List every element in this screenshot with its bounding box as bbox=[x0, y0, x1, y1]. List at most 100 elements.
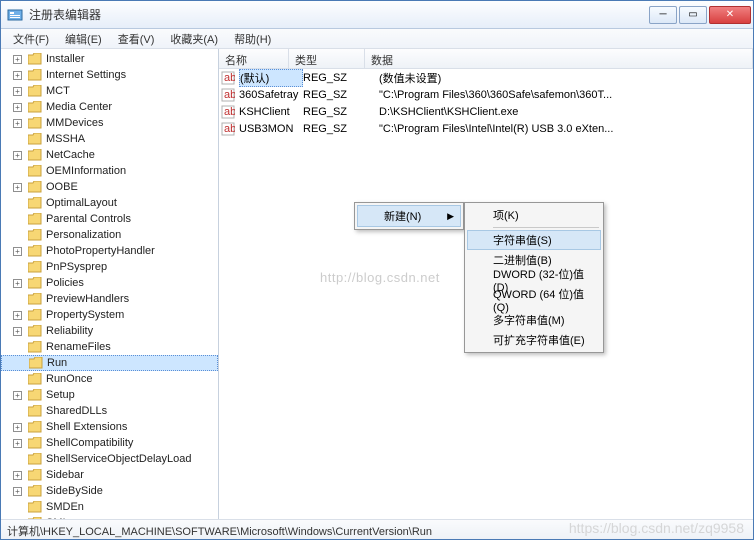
expand-toggle-icon[interactable]: + bbox=[13, 71, 22, 80]
statusbar: 计算机\HKEY_LOCAL_MACHINE\SOFTWARE\Microsof… bbox=[1, 519, 753, 539]
tree-item-sidebyside[interactable]: + SideBySide bbox=[1, 483, 218, 499]
registry-editor-window: 注册表编辑器 ─ ▭ ✕ 文件(F) 编辑(E) 查看(V) 收藏夹(A) 帮助… bbox=[0, 0, 754, 540]
context-item-new[interactable]: 新建(N) ▶ bbox=[357, 205, 461, 227]
menu-favorites[interactable]: 收藏夹(A) bbox=[162, 31, 226, 47]
tree-item-shell-extensions[interactable]: + Shell Extensions bbox=[1, 419, 218, 435]
menu-edit[interactable]: 编辑(E) bbox=[57, 31, 110, 47]
context-menu-new[interactable]: 新建(N) ▶ bbox=[354, 202, 464, 230]
expand-toggle-icon[interactable]: + bbox=[13, 391, 22, 400]
expand-toggle-icon[interactable]: + bbox=[13, 487, 22, 496]
context-item[interactable]: QWORD (64 位)值(Q) bbox=[467, 290, 601, 310]
value-data: D:\KSHClient\KSHClient.exe bbox=[379, 106, 753, 118]
tree-item-shellcompatibility[interactable]: +ShellCompatibility bbox=[1, 435, 218, 451]
tree-item-optimallayout[interactable]: OptimalLayout bbox=[1, 195, 218, 211]
expand-toggle-icon[interactable]: + bbox=[13, 151, 22, 160]
tree-item-label: MMDevices bbox=[46, 116, 103, 130]
tree-item-renamefiles[interactable]: RenameFiles bbox=[1, 339, 218, 355]
tree-item-oobe[interactable]: +OOBE bbox=[1, 179, 218, 195]
tree-item-label: SideBySide bbox=[46, 484, 103, 498]
expand-toggle-icon[interactable]: + bbox=[13, 119, 22, 128]
tree-item-label: OptimalLayout bbox=[46, 196, 117, 210]
expand-toggle-icon[interactable]: + bbox=[13, 327, 22, 336]
tree-item-mmdevices[interactable]: + MMDevices bbox=[1, 115, 218, 131]
tree-item-parental-controls[interactable]: Parental Controls bbox=[1, 211, 218, 227]
menu-file[interactable]: 文件(F) bbox=[5, 31, 57, 47]
tree-item-label: SharedDLLs bbox=[46, 404, 107, 418]
expand-toggle-icon[interactable]: + bbox=[13, 471, 22, 480]
value-row[interactable]: abKSHClientREG_SZD:\KSHClient\KSHClient.… bbox=[219, 103, 753, 120]
col-header-data[interactable]: 数据 bbox=[365, 49, 753, 68]
value-row[interactable]: ab360SafetrayREG_SZ"C:\Program Files\360… bbox=[219, 86, 753, 103]
folder-icon bbox=[28, 229, 42, 241]
tree-item-policies[interactable]: + Policies bbox=[1, 275, 218, 291]
titlebar[interactable]: 注册表编辑器 ─ ▭ ✕ bbox=[1, 1, 753, 29]
col-header-name[interactable]: 名称 bbox=[219, 49, 289, 68]
tree-item-label: Policies bbox=[46, 276, 84, 290]
tree-item-propertysystem[interactable]: +PropertySystem bbox=[1, 307, 218, 323]
tree-item-label: Parental Controls bbox=[46, 212, 131, 226]
tree-item-media-center[interactable]: +Media Center bbox=[1, 99, 218, 115]
tree-item-sidebar[interactable]: +Sidebar bbox=[1, 467, 218, 483]
expand-toggle-icon[interactable]: + bbox=[13, 183, 22, 192]
expand-toggle-icon[interactable]: + bbox=[13, 103, 22, 112]
tree-item-netcache[interactable]: +NetCache bbox=[1, 147, 218, 163]
tree-item-shellserviceobjectdelayload[interactable]: ShellServiceObjectDelayLoad bbox=[1, 451, 218, 467]
value-data: "C:\Program Files\Intel\Intel(R) USB 3.0… bbox=[379, 123, 753, 135]
folder-icon bbox=[28, 149, 42, 161]
context-item[interactable]: 字符串值(S) bbox=[467, 230, 601, 250]
tree-item-label: Shell Extensions bbox=[46, 420, 127, 434]
close-button[interactable]: ✕ bbox=[709, 6, 751, 24]
expand-toggle-icon[interactable]: + bbox=[13, 247, 22, 256]
context-item-new-label: 新建(N) bbox=[384, 208, 421, 224]
maximize-button[interactable]: ▭ bbox=[679, 6, 707, 24]
tree-item-shareddlls[interactable]: SharedDLLs bbox=[1, 403, 218, 419]
tree-item-internet-settings[interactable]: +Internet Settings bbox=[1, 67, 218, 83]
tree-item-label: ShellServiceObjectDelayLoad bbox=[46, 452, 192, 466]
expand-toggle-icon[interactable]: + bbox=[13, 439, 22, 448]
folder-icon bbox=[28, 165, 42, 177]
tree-item-smden[interactable]: SMDEn bbox=[1, 499, 218, 515]
tree-item-run[interactable]: Run bbox=[1, 355, 218, 371]
expand-toggle-icon[interactable]: + bbox=[13, 87, 22, 96]
tree-item-label: RenameFiles bbox=[46, 340, 111, 354]
menu-view[interactable]: 查看(V) bbox=[110, 31, 163, 47]
value-row[interactable]: abUSB3MONREG_SZ"C:\Program Files\Intel\I… bbox=[219, 120, 753, 137]
folder-icon bbox=[28, 261, 42, 273]
tree-item-label: Run bbox=[47, 356, 67, 370]
context-item[interactable]: 项(K) bbox=[467, 205, 601, 225]
tree-item-mssha[interactable]: MSSHA bbox=[1, 131, 218, 147]
tree-item-photopropertyhandler[interactable]: +PhotoPropertyHandler bbox=[1, 243, 218, 259]
tree-item-label: PnPSysprep bbox=[46, 260, 107, 274]
expand-toggle-icon[interactable]: + bbox=[13, 423, 22, 432]
folder-icon bbox=[28, 501, 42, 513]
tree-item-label: PreviewHandlers bbox=[46, 292, 129, 306]
tree-item-label: MSSHA bbox=[46, 132, 85, 146]
tree-item-label: Reliability bbox=[46, 324, 93, 338]
folder-icon bbox=[28, 293, 42, 305]
tree-item-setup[interactable]: +Setup bbox=[1, 387, 218, 403]
folder-icon bbox=[28, 133, 42, 145]
value-row[interactable]: ab(默认)REG_SZ(数值未设置) bbox=[219, 69, 753, 86]
menu-help[interactable]: 帮助(H) bbox=[226, 31, 279, 47]
minimize-button[interactable]: ─ bbox=[649, 6, 677, 24]
context-item[interactable]: 可扩充字符串值(E) bbox=[467, 330, 601, 350]
expand-toggle-icon[interactable]: + bbox=[13, 279, 22, 288]
expand-toggle-icon[interactable]: + bbox=[13, 311, 22, 320]
context-submenu-new[interactable]: 项(K)字符串值(S)二进制值(B)DWORD (32-位)值(D)QWORD … bbox=[464, 202, 604, 353]
folder-icon bbox=[28, 437, 42, 449]
tree-item-oeminformation[interactable]: OEMInformation bbox=[1, 163, 218, 179]
tree-item-pnpsysprep[interactable]: PnPSysprep bbox=[1, 259, 218, 275]
svg-text:ab: ab bbox=[224, 89, 235, 101]
folder-icon bbox=[28, 389, 42, 401]
tree-pane[interactable]: +Installer+Internet Settings+MCT+Media C… bbox=[1, 49, 219, 519]
tree-item-runonce[interactable]: RunOnce bbox=[1, 371, 218, 387]
expand-toggle-icon[interactable]: + bbox=[13, 55, 22, 64]
tree-item-personalization[interactable]: Personalization bbox=[1, 227, 218, 243]
col-header-type[interactable]: 类型 bbox=[289, 49, 365, 68]
tree-item-label: MCT bbox=[46, 84, 70, 98]
tree-item-reliability[interactable]: + Reliability bbox=[1, 323, 218, 339]
tree-item-installer[interactable]: +Installer bbox=[1, 51, 218, 67]
tree-item-previewhandlers[interactable]: PreviewHandlers bbox=[1, 291, 218, 307]
tree-item-mct[interactable]: + MCT bbox=[1, 83, 218, 99]
string-value-icon: ab bbox=[221, 105, 235, 119]
